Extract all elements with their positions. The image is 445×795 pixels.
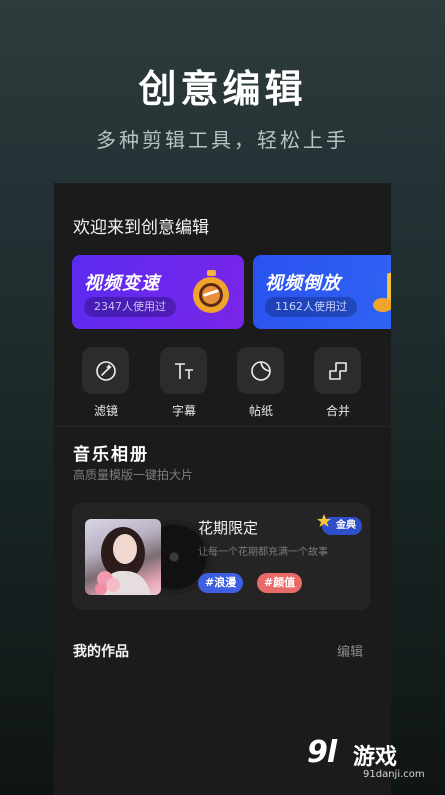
watermark-name: 游戏	[353, 745, 398, 770]
tool-sticker[interactable]: 帖纸	[237, 347, 285, 419]
merge-button[interactable]	[314, 347, 361, 394]
magic-sparkle-icon	[95, 360, 116, 381]
feature-card-speed[interactable]: 视频变速 2347人使用过	[72, 255, 244, 329]
filter-button[interactable]	[82, 347, 129, 394]
sticker-button[interactable]	[237, 347, 284, 394]
watermark-logo: 9l	[307, 735, 337, 770]
star-icon	[317, 514, 331, 527]
usage-count-badge: 1162人使用过	[265, 297, 357, 317]
hero-subtitle: 多种剪辑工具，轻松上手	[96, 128, 349, 152]
feature-card-reverse[interactable]: 视频倒放 1162人使用过	[253, 255, 391, 329]
classic-badge: 金典	[317, 514, 362, 535]
album-section-title: 音乐相册	[73, 445, 149, 465]
tool-label: 合并	[325, 404, 350, 418]
feature-card-title: 视频倒放	[265, 273, 341, 294]
section-divider	[54, 426, 391, 427]
welcome-heading: 欢迎来到创意编辑	[73, 218, 209, 238]
tag-looks[interactable]: #颜值	[257, 573, 303, 593]
watermark-url: 91danji.com	[363, 769, 425, 780]
edit-button[interactable]: 编辑	[337, 641, 363, 660]
merge-icon	[328, 361, 347, 380]
hero-title: 创意编辑	[138, 67, 307, 111]
tool-label: 滤镜	[93, 404, 118, 418]
feature-card-title: 视频变速	[84, 273, 160, 294]
badge-label: 金典	[336, 520, 356, 531]
stopwatch-icon	[193, 270, 229, 313]
tag-romantic[interactable]: #浪漫	[198, 573, 244, 593]
tool-filter[interactable]: 滤镜	[82, 347, 130, 419]
text-size-icon	[174, 362, 193, 379]
site-watermark: 9l 游戏 91danji.com	[307, 733, 437, 789]
my-works-heading: 我的作品	[73, 644, 129, 660]
sticker-icon	[250, 360, 271, 381]
album-template-card[interactable]: 花期限定 金典 让每一个花期都充满一个故事 #浪漫 #颜值	[72, 503, 370, 610]
tool-label: 帖纸	[248, 404, 273, 418]
album-cover-image	[85, 519, 161, 595]
subtitle-button[interactable]	[160, 347, 207, 394]
tool-merge[interactable]: 合并	[314, 347, 362, 419]
tool-label: 字幕	[171, 404, 196, 418]
song-title: 花期限定	[198, 519, 259, 537]
song-description: 让每一个花期都充满一个故事	[198, 547, 328, 558]
usage-count-badge: 2347人使用过	[84, 297, 176, 317]
music-note-icon	[373, 271, 391, 312]
tool-subtitle[interactable]: 字幕	[160, 347, 208, 419]
album-section-subtitle: 高质量模版一键拍大片	[73, 468, 194, 482]
app-screen: 欢迎来到创意编辑 视频变速 2347人使用过 视频倒放 1162人使用过 滤镜 …	[54, 183, 391, 795]
